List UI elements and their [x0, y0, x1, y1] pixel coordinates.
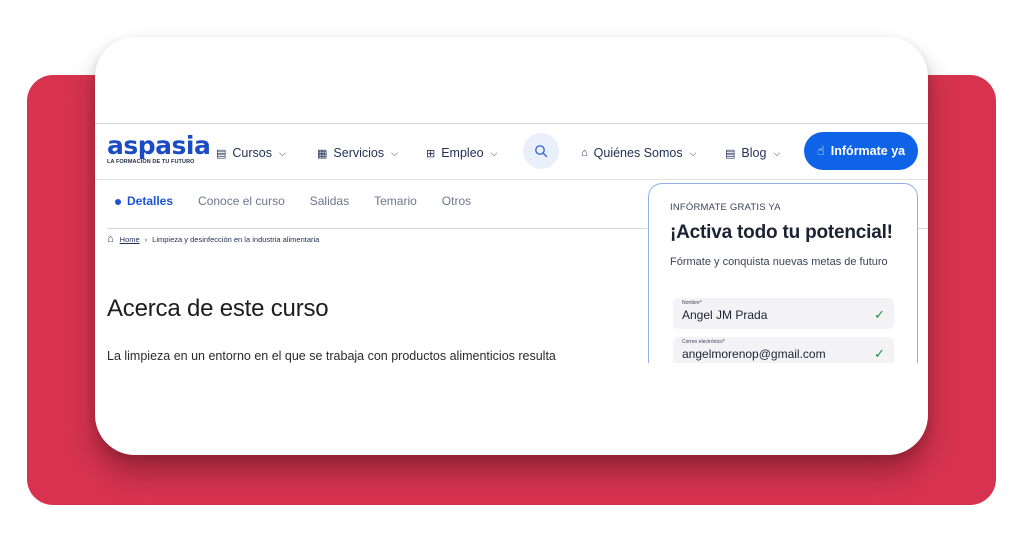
logo-wordmark: aspasia [107, 131, 211, 160]
form-title: ¡Activa todo tu potencial! [670, 222, 893, 243]
divider [107, 228, 647, 229]
breadcrumb-home-link[interactable]: Home [120, 235, 140, 244]
form-subtitle: Fórmate y conquista nuevas metas de futu… [670, 256, 888, 268]
nav-quienes-label: Quiénes Somos [593, 146, 683, 160]
cta-label: Infórmate ya [830, 144, 906, 158]
main-navbar: aspasia LA FORMACIÓN DE TU FUTURO ▤ Curs… [95, 124, 928, 178]
nav-cursos[interactable]: ▤ Cursos ⌵ [216, 143, 286, 163]
document-icon: ▤ [725, 147, 736, 160]
course-tabs: Detalles Conoce el curso Salidas Temario… [115, 194, 496, 208]
grid-icon: ▦ [317, 147, 328, 160]
tab-temario[interactable]: Temario [374, 194, 417, 208]
breadcrumb-current: Limpieza y desinfección en la industria … [152, 234, 320, 244]
name-field-value[interactable]: Angel JM Prada [682, 308, 767, 322]
chevron-down-icon: ⌵ [490, 147, 498, 158]
divider [95, 179, 928, 180]
course-description: La limpieza en un entorno en el que se t… [107, 349, 556, 363]
email-field[interactable]: Correo electrónico* angelmorenop@gmail.c… [673, 337, 894, 363]
chevron-down-icon: ⌵ [689, 147, 697, 158]
check-icon: ✓ [874, 346, 885, 361]
nav-empleo[interactable]: ⊞ Empleo ⌵ [426, 143, 497, 163]
check-icon: ✓ [874, 307, 885, 322]
informate-ya-button[interactable]: ☝ Infórmate ya [804, 132, 918, 170]
hand-pointer-icon: ☝ [816, 143, 825, 158]
home-icon: ⌂ [107, 233, 114, 245]
active-dot [115, 198, 121, 205]
nav-cursos-label: Cursos [232, 146, 272, 160]
tab-conoce-el-curso[interactable]: Conoce el curso [198, 194, 285, 208]
search-button[interactable] [523, 133, 559, 169]
tab-label: Detalles [127, 194, 174, 208]
nav-blog[interactable]: ▤ Blog ⌵ [725, 143, 780, 163]
nav-empleo-label: Empleo [441, 146, 484, 160]
briefcase-icon: ⊞ [426, 147, 436, 160]
search-icon [535, 145, 548, 158]
book-icon: ▤ [216, 147, 227, 160]
breadcrumb-separator: › [144, 234, 148, 244]
tab-detalles[interactable]: Detalles [115, 194, 173, 208]
logo-tagline: LA FORMACIÓN DE TU FUTURO [107, 159, 195, 165]
nav-quienes-somos[interactable]: ⌂ Quiénes Somos ⌵ [581, 143, 696, 163]
chevron-down-icon: ⌵ [279, 147, 286, 158]
logo[interactable]: aspasia LA FORMACIÓN DE TU FUTURO [107, 131, 211, 165]
email-field-label: Correo electrónico* [682, 339, 725, 345]
screenshot-card: aspasia LA FORMACIÓN DE TU FUTURO ▤ Curs… [95, 37, 928, 455]
nav-servicios[interactable]: ▦ Servicios ⌵ [317, 143, 398, 163]
name-field[interactable]: Nombre* Angel JM Prada ✓ [673, 298, 894, 329]
lead-form: INFÓRMATE GRATIS YA ¡Activa todo tu pote… [648, 183, 918, 363]
tab-salidas[interactable]: Salidas [310, 194, 349, 208]
building-icon: ⌂ [581, 147, 588, 159]
tab-otros[interactable]: Otros [442, 194, 471, 208]
name-field-label: Nombre* [682, 300, 702, 306]
website-screenshot: aspasia LA FORMACIÓN DE TU FUTURO ▤ Curs… [95, 123, 928, 363]
form-eyebrow: INFÓRMATE GRATIS YA [670, 202, 781, 213]
nav-servicios-label: Servicios [333, 146, 385, 160]
email-field-value[interactable]: angelmorenop@gmail.com [682, 347, 826, 361]
section-heading: Acerca de este curso [107, 295, 329, 322]
chevron-down-icon: ⌵ [773, 147, 781, 158]
chevron-down-icon: ⌵ [391, 147, 398, 158]
breadcrumb: ⌂ Home › Limpieza y desinfección en la i… [107, 233, 319, 245]
nav-blog-label: Blog [741, 146, 767, 160]
